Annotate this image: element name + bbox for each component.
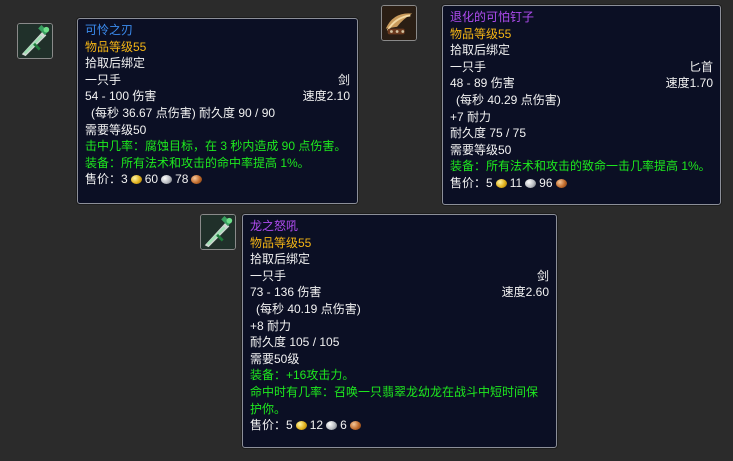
speed: 速度2.60 — [501, 285, 549, 300]
green-sword-icon-graphic — [18, 24, 52, 58]
slot-row: 一只手 剑 — [85, 72, 350, 89]
damage: 48 - 89 伤害 — [450, 76, 515, 91]
item-tooltip-2: 退化的可怕钉子 物品等级55 拾取后绑定 一只手 匕首 48 - 89 伤害 速… — [442, 5, 721, 205]
silver-coin-icon — [525, 178, 537, 188]
damage: 54 - 100 伤害 — [85, 89, 157, 104]
gold-amount: 5 — [286, 418, 293, 433]
silver-amount: 60 — [144, 172, 159, 187]
damage-row: 48 - 89 伤害 速度1.70 — [450, 75, 713, 92]
slot: 一只手 — [250, 268, 287, 283]
sell-label: 售价： — [450, 175, 487, 190]
stamina-stat: +8 耐力 — [250, 318, 292, 333]
copper-coin-icon — [555, 178, 567, 188]
item-name: 龙之怒吼 — [250, 219, 299, 233]
silver-amount: 12 — [309, 418, 324, 433]
required-level: 需要等级50 — [85, 122, 147, 137]
durability: 耐久度 105 / 105 — [250, 335, 340, 350]
copper-amount: 78 — [175, 172, 189, 187]
equip-effect: 装备：所有法术和攻击的致命一击几率提高 1%。 — [450, 159, 711, 174]
silver-amount: 11 — [509, 175, 523, 190]
chance-on-hit: 击中几率：腐蚀目标，在 3 秒内造成 90 点伤害。 — [85, 139, 347, 154]
equip-effect: 装备：所有法术和攻击的命中率提高 1%。 — [85, 155, 310, 170]
sell-price: 售价： 5 12 6 — [250, 417, 549, 434]
weapon-type: 匕首 — [688, 59, 713, 74]
equip-effect: 装备：+16攻击力。 — [250, 368, 355, 383]
item-tooltip-3: 龙之怒吼 物品等级55 拾取后绑定 一只手 剑 73 - 136 伤害 速度2.… — [242, 214, 557, 448]
damage-row: 73 - 136 伤害 速度2.60 — [250, 284, 549, 301]
green-sword-icon[interactable] — [200, 214, 236, 250]
required-level: 需要等级50 — [450, 142, 512, 157]
silver-coin-icon — [161, 175, 173, 185]
gold-coin-icon — [295, 420, 307, 430]
sell-label: 售价： — [250, 418, 287, 433]
bind-type: 拾取后绑定 — [250, 252, 311, 267]
weapon-type: 剑 — [536, 268, 549, 283]
gold-amount: 5 — [486, 175, 493, 190]
dps-durability: (每秒 36.67 点伤害) 耐久度 90 / 90 — [91, 105, 276, 120]
silver-coin-icon — [326, 420, 338, 430]
dagger-icon-graphic — [382, 6, 416, 40]
copper-amount: 6 — [340, 418, 347, 433]
slot-row: 一只手 剑 — [250, 268, 549, 285]
speed: 速度1.70 — [665, 76, 713, 91]
dagger-icon[interactable] — [381, 5, 417, 41]
copper-coin-icon — [349, 420, 361, 430]
item-name: 可怜之刃 — [85, 23, 134, 37]
item-level: 物品等级55 — [450, 26, 512, 41]
gold-coin-icon — [130, 175, 142, 185]
chance-on-hit: 命中时有几率：召唤一只翡翠龙幼龙在战斗中短时间保护你。 — [250, 384, 539, 416]
gold-coin-icon — [495, 178, 507, 188]
dps: (每秒 40.19 点伤害) — [256, 301, 361, 316]
green-sword-icon[interactable] — [17, 23, 53, 59]
sell-price: 售价： 3 60 78 — [85, 171, 350, 188]
sell-label: 售价： — [85, 172, 122, 187]
durability: 耐久度 75 / 75 — [450, 126, 527, 141]
stamina-stat: +7 耐力 — [450, 109, 492, 124]
gold-amount: 3 — [121, 172, 128, 187]
speed: 速度2.10 — [302, 89, 350, 104]
item-name: 退化的可怕钉子 — [450, 10, 535, 24]
item-level: 物品等级55 — [250, 235, 312, 250]
weapon-type: 剑 — [337, 72, 350, 87]
slot: 一只手 — [450, 59, 487, 74]
dps: (每秒 40.29 点伤害) — [456, 92, 561, 107]
sell-price: 售价： 5 11 96 — [450, 175, 713, 192]
copper-amount: 96 — [539, 175, 553, 190]
slot: 一只手 — [85, 72, 122, 87]
bind-type: 拾取后绑定 — [85, 56, 146, 71]
damage-row: 54 - 100 伤害 速度2.10 — [85, 88, 350, 105]
bind-type: 拾取后绑定 — [450, 43, 511, 58]
required-level: 需要50级 — [250, 351, 300, 366]
green-sword-icon-graphic — [201, 215, 235, 249]
damage: 73 - 136 伤害 — [250, 285, 322, 300]
slot-row: 一只手 匕首 — [450, 59, 713, 76]
copper-coin-icon — [191, 175, 203, 185]
item-tooltip-1: 可怜之刃 物品等级55 拾取后绑定 一只手 剑 54 - 100 伤害 速度2.… — [77, 18, 358, 204]
item-level: 物品等级55 — [85, 39, 147, 54]
